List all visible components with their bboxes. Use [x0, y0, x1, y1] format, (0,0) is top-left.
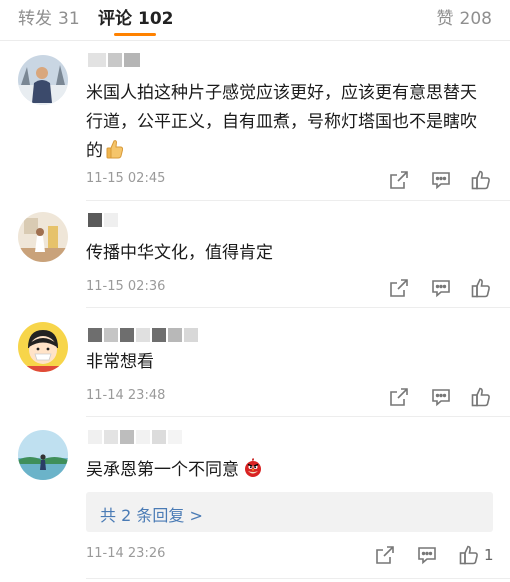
thumbs-up-icon — [106, 139, 124, 169]
tab-repost-label: 转发 — [18, 9, 52, 29]
like-count: 1 — [484, 546, 494, 564]
comment-text: 米国人拍这种片子感觉应该更好，应该更有意思替天行道，公平正义，自有皿煮，号称灯塔… — [86, 79, 486, 169]
like-icon[interactable] — [470, 169, 492, 191]
reply-icon[interactable] — [430, 277, 452, 299]
tab-like[interactable]: 赞 208 — [437, 4, 492, 29]
username-blurred[interactable] — [88, 430, 182, 444]
comment-text: 传播中华文化，值得肯定 — [86, 239, 486, 268]
repost-icon[interactable] — [388, 277, 410, 299]
comment-item: 米国人拍这种片子感觉应该更好，应该更有意思替天行道，公平正义，自有皿煮，号称灯塔… — [0, 41, 510, 201]
comment-text: 吴承恩第一个不同意 — [86, 456, 486, 488]
reply-icon[interactable] — [416, 544, 438, 566]
comment-item: 非常想看 11-14 23:48 — [0, 308, 510, 417]
comment-tabs: 转发 31 评论 102 赞 208 — [0, 0, 510, 41]
comment-time: 11-15 02:36 — [86, 279, 166, 294]
comment-text-content: 米国人拍这种片子感觉应该更好，应该更有意思替天行道，公平正义，自有皿煮，号称灯塔… — [86, 83, 477, 161]
avatar[interactable] — [18, 212, 68, 262]
comment-meta: 11-15 02:36 — [86, 277, 510, 299]
comment-item: 吴承恩第一个不同意 共 2 条回复 > 11-14 23:26 1 — [0, 416, 510, 582]
comment-text-content: 传播中华文化，值得肯定 — [86, 243, 273, 263]
comment-meta: 11-14 23:48 — [86, 386, 510, 408]
comment-text-content: 吴承恩第一个不同意 — [86, 460, 239, 480]
comment-time: 11-14 23:48 — [86, 388, 166, 403]
avatar[interactable] — [18, 430, 68, 480]
username-blurred[interactable] — [88, 53, 140, 67]
username-blurred[interactable] — [88, 213, 118, 227]
view-replies-link[interactable]: 共 2 条回复 > — [100, 502, 203, 526]
avatar[interactable] — [18, 55, 68, 105]
comment-meta: 11-14 23:26 1 — [86, 544, 510, 566]
divider — [86, 578, 510, 579]
tab-like-label: 赞 — [436, 9, 454, 29]
like-icon[interactable] — [458, 544, 480, 566]
comment-time: 11-15 02:45 — [86, 171, 166, 186]
angry-bird-icon — [242, 456, 264, 488]
tab-comment-count: 102 — [138, 9, 174, 29]
reply-icon[interactable] — [430, 386, 452, 408]
comment-text-content: 非常想看 — [86, 352, 154, 372]
avatar[interactable] — [18, 322, 68, 372]
like-icon[interactable] — [470, 277, 492, 299]
repost-icon[interactable] — [388, 169, 410, 191]
active-tab-indicator — [114, 33, 156, 36]
repost-icon[interactable] — [374, 544, 396, 566]
tab-repost-count: 31 — [58, 9, 80, 29]
tab-comment[interactable]: 评论 102 — [98, 4, 174, 29]
tab-like-count: 208 — [459, 9, 492, 29]
comment-text: 非常想看 — [86, 348, 486, 377]
comment-item: 传播中华文化，值得肯定 11-15 02:36 — [0, 201, 510, 308]
tab-repost[interactable]: 转发 31 — [18, 4, 80, 29]
comment-time: 11-14 23:26 — [86, 546, 166, 561]
repost-icon[interactable] — [388, 386, 410, 408]
like-icon[interactable] — [470, 386, 492, 408]
reply-thread-box[interactable]: 共 2 条回复 > — [86, 492, 493, 532]
reply-icon[interactable] — [430, 169, 452, 191]
comment-meta: 11-15 02:45 — [86, 169, 510, 191]
tab-comment-label: 评论 — [98, 9, 132, 29]
username-blurred[interactable] — [88, 328, 198, 342]
